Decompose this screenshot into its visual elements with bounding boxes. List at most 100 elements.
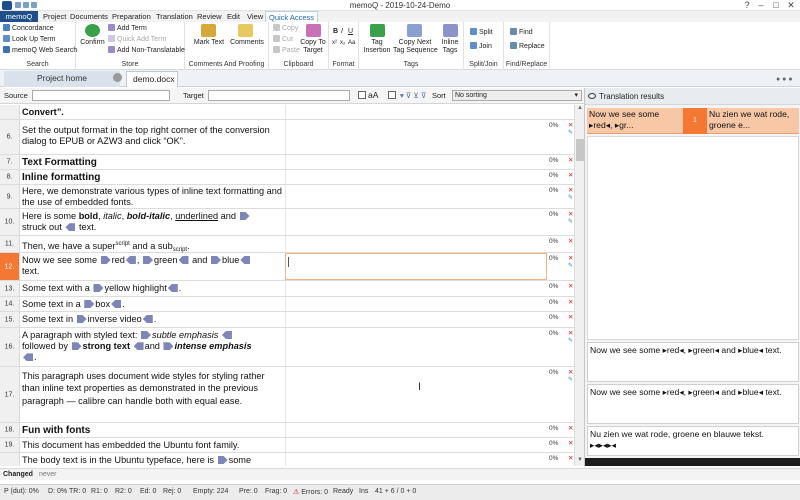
source-cell[interactable]: Now we see some red, green and blue text. bbox=[22, 255, 284, 277]
grid-scrollbar[interactable]: ▲ ▼ bbox=[574, 105, 584, 466]
tab-view[interactable]: View bbox=[244, 11, 266, 22]
add-term-button[interactable]: Add Term bbox=[108, 24, 147, 33]
source-cell[interactable]: Set the output format in the top right c… bbox=[22, 125, 284, 147]
inline-tag-close[interactable] bbox=[167, 284, 178, 292]
copy-to-target-button[interactable]: Copy To Target bbox=[297, 39, 329, 55]
inline-tag-open[interactable] bbox=[143, 256, 154, 264]
inline-tag-open[interactable] bbox=[93, 284, 104, 292]
join-button[interactable]: Join bbox=[470, 42, 492, 51]
tab-review[interactable]: Review bbox=[194, 11, 225, 22]
maximize-button[interactable]: □ bbox=[769, 0, 783, 11]
panel-options-icon[interactable]: ● ● ● bbox=[776, 76, 793, 83]
add-non-translatable-button[interactable]: Add Non-Translatable bbox=[108, 46, 185, 55]
inline-tag-close[interactable] bbox=[125, 256, 136, 264]
cut-button[interactable]: Cut bbox=[273, 35, 293, 44]
bold-button[interactable]: B bbox=[333, 27, 338, 36]
inline-tag-close[interactable] bbox=[65, 223, 76, 232]
source-cell[interactable]: Convert”. bbox=[22, 107, 284, 118]
inline-tag-open[interactable] bbox=[76, 315, 87, 323]
table-row[interactable]: 15. Some text in inverse video. 0% ✕ bbox=[0, 312, 574, 328]
target-cell[interactable] bbox=[285, 297, 547, 311]
mark-text-button[interactable]: Mark Text bbox=[187, 39, 231, 47]
target-cell-editing[interactable] bbox=[285, 253, 547, 280]
source-cell[interactable]: Here, we demonstrate various types of in… bbox=[22, 186, 284, 208]
concordance-button[interactable]: Concordance bbox=[3, 24, 54, 33]
target-cell[interactable] bbox=[285, 312, 547, 327]
regex-checkbox[interactable] bbox=[388, 91, 396, 99]
table-row[interactable]: 16. A paragraph with styled text: subtle… bbox=[0, 328, 574, 367]
inline-tag-open[interactable] bbox=[140, 331, 151, 339]
copy-next-tag-sequence-button[interactable]: Copy Next Tag Sequence bbox=[393, 39, 438, 55]
quick-add-term-button[interactable]: Quick Add Term bbox=[108, 35, 166, 44]
source-cell[interactable]: Some text in a box. bbox=[22, 299, 284, 310]
target-cell[interactable] bbox=[285, 155, 547, 169]
translation-result-hit[interactable]: Now we see some ▸red◂, ▸gr... 1 Nu zien … bbox=[587, 108, 799, 134]
minimize-button[interactable]: – bbox=[754, 0, 768, 11]
target-cell[interactable] bbox=[285, 438, 547, 452]
inline-tag-close[interactable] bbox=[240, 256, 251, 264]
source-cell[interactable]: Fun with fonts bbox=[22, 425, 284, 436]
target-cell[interactable] bbox=[285, 367, 547, 422]
tab-edit[interactable]: Edit bbox=[224, 11, 243, 22]
tab-preparation[interactable]: Preparation bbox=[109, 11, 154, 22]
tag-insertion-button[interactable]: Tag Insertion bbox=[359, 39, 395, 55]
replace-button[interactable]: Replace bbox=[510, 42, 545, 51]
target-cell[interactable] bbox=[285, 209, 547, 235]
table-row[interactable]: 11. Then, we have a superscript and a su… bbox=[0, 236, 574, 253]
inline-tag-close[interactable] bbox=[221, 331, 232, 339]
help-button[interactable]: ? bbox=[740, 0, 754, 11]
inline-tags-button[interactable]: Inline Tags bbox=[437, 39, 463, 55]
split-button[interactable]: Split bbox=[470, 28, 493, 37]
tab-quick-access[interactable]: Quick Access bbox=[265, 11, 319, 22]
italic-button[interactable]: I bbox=[341, 27, 343, 36]
tab-project[interactable]: Project bbox=[40, 11, 69, 22]
translation-grid[interactable]: Convert”. 6. Set the output format in th… bbox=[0, 105, 574, 466]
find-button[interactable]: Find bbox=[510, 28, 533, 37]
table-row-active[interactable]: 12. Now we see some red, green and blue t… bbox=[0, 253, 574, 281]
subscript-button[interactable]: x₂ bbox=[340, 39, 345, 48]
target-cell[interactable] bbox=[285, 423, 547, 437]
source-cell[interactable]: The body text is in the Ubuntu typeface,… bbox=[22, 455, 284, 466]
superscript-button[interactable]: x² bbox=[332, 39, 337, 48]
target-filter-input[interactable] bbox=[208, 90, 350, 101]
table-row[interactable]: 6. Set the output format in the top righ… bbox=[0, 120, 574, 155]
source-cell[interactable]: Some text in inverse video. bbox=[22, 314, 284, 325]
confirm-button[interactable]: Confirm bbox=[76, 39, 109, 47]
table-row[interactable]: 14. Some text in a box. 0% ✕ bbox=[0, 297, 574, 312]
scrollbar-thumb[interactable] bbox=[576, 139, 584, 161]
inline-tag-open[interactable] bbox=[210, 256, 221, 264]
target-cell[interactable] bbox=[285, 453, 547, 466]
filter-icons[interactable]: ▾ ⊽ ⊻ ⊽ bbox=[400, 91, 426, 100]
close-window-button[interactable]: ✕ bbox=[784, 0, 798, 11]
tab-project-home[interactable]: Project home bbox=[4, 71, 120, 87]
inline-tag-close[interactable] bbox=[133, 342, 144, 351]
inline-tag-close[interactable] bbox=[111, 300, 122, 308]
table-row[interactable]: 19. This document has embedded the Ubunt… bbox=[0, 438, 574, 453]
look-up-term-button[interactable]: Look Up Term bbox=[3, 35, 55, 44]
source-cell[interactable]: This paragraph uses document wide styles… bbox=[22, 370, 284, 407]
table-row[interactable]: 10. Here is some bold, italic, bold-ital… bbox=[0, 209, 574, 236]
target-cell[interactable] bbox=[285, 328, 547, 366]
table-row[interactable]: 8. Inline formatting 0% ✕ bbox=[0, 170, 574, 185]
change-case-button[interactable]: Aa bbox=[348, 39, 355, 48]
inline-tag-close[interactable] bbox=[178, 256, 189, 264]
source-filter-input[interactable] bbox=[32, 90, 170, 101]
source-cell[interactable]: Inline formatting bbox=[22, 172, 284, 183]
table-row[interactable]: Convert”. bbox=[0, 105, 574, 120]
tab-documents[interactable]: Documents bbox=[67, 11, 111, 22]
table-row[interactable]: 9. Here, we demonstrate various types of… bbox=[0, 185, 574, 209]
inline-tag-close[interactable] bbox=[23, 353, 33, 362]
tab-demo-docx[interactable]: demo.docx x bbox=[126, 71, 178, 99]
paste-button[interactable]: Paste bbox=[273, 46, 300, 55]
source-cell[interactable]: A paragraph with styled text: subtle emp… bbox=[22, 330, 284, 364]
table-row[interactable]: The body text is in the Ubuntu typeface,… bbox=[0, 453, 574, 466]
inline-tag-open[interactable] bbox=[71, 342, 82, 351]
target-cell[interactable] bbox=[285, 281, 547, 296]
tab-translation[interactable]: Translation bbox=[153, 11, 196, 22]
match-case-checkbox[interactable] bbox=[358, 91, 366, 99]
copy-button[interactable]: Copy bbox=[273, 24, 298, 33]
eye-icon[interactable] bbox=[588, 93, 596, 99]
table-row[interactable]: 18. Fun with fonts 0% ✕ bbox=[0, 423, 574, 438]
target-cell[interactable] bbox=[285, 105, 547, 119]
sort-dropdown[interactable]: No sorting ▾ bbox=[452, 90, 582, 101]
